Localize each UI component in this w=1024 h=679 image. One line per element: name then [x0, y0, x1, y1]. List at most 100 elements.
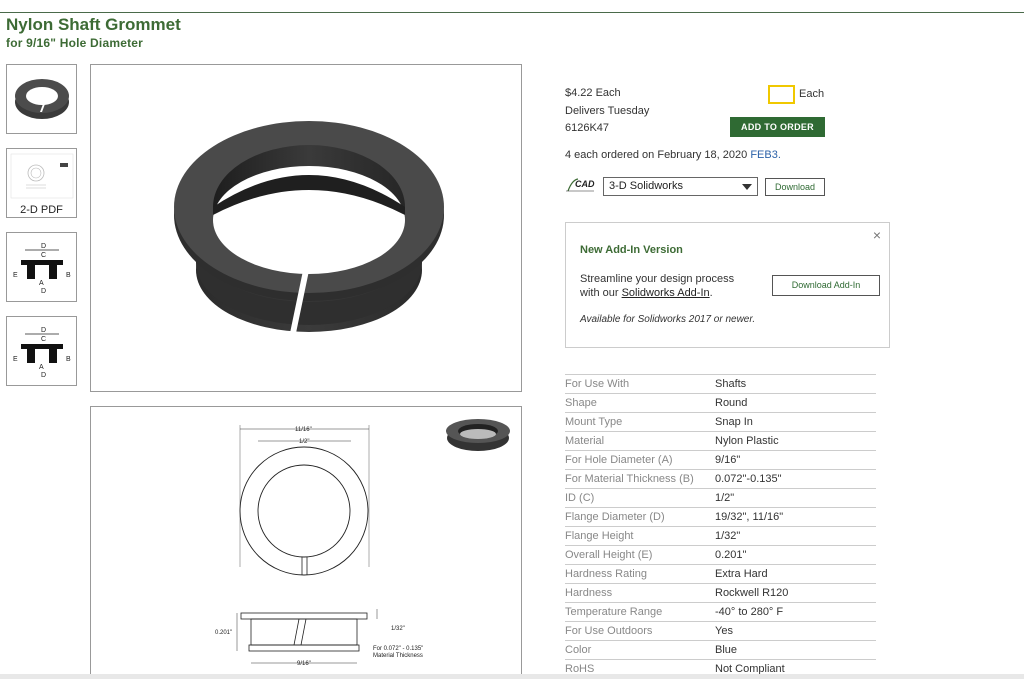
spec-row: Flange Diameter (D) 19/32", 11/16" [565, 508, 876, 527]
thumbnail-2d-pdf[interactable]: 2-D PDF [6, 148, 77, 218]
dimension-diagram-icon: D C A D E B [13, 327, 71, 379]
spec-row: ID (C) 1/2" [565, 489, 876, 508]
solidworks-addin-link[interactable]: Solidworks Add-In [622, 287, 710, 299]
spec-value: Snap In [715, 416, 753, 428]
spec-label: Flange Height [565, 530, 634, 542]
addin-text-line2: with our Solidworks Add-In. [580, 286, 760, 300]
spec-row: For Use Outdoors Yes [565, 622, 876, 641]
spec-label: Color [565, 644, 592, 656]
svg-text:A: A [39, 280, 44, 287]
addin-text-suffix: . [709, 287, 713, 299]
svg-text:B: B [66, 272, 71, 279]
download-addin-button[interactable]: Download Add-In [772, 275, 880, 296]
product-subtitle: for 9/16" Hole Diameter [6, 36, 144, 50]
spec-table: For Use With Shafts Shape Round Mount Type Sn… [565, 374, 876, 679]
quantity-unit-label: Each [799, 88, 825, 100]
addin-text-line1: Streamline your design process [580, 273, 735, 285]
dim-hole-label: 9/16" [297, 661, 311, 667]
spec-value: 0.201" [715, 549, 747, 561]
order-history-text: 4 each ordered on February 18, 2020 [565, 149, 748, 161]
spec-row: Shape Round [565, 394, 876, 413]
spec-value: 9/16" [715, 454, 741, 466]
svg-text:C: C [41, 252, 46, 259]
order-link[interactable]: FEB3. [750, 149, 781, 161]
spec-value: 19/32", 11/16" [715, 511, 784, 523]
spec-label: Hardness [565, 587, 613, 599]
spec-row: Overall Height (E) 0.201" [565, 546, 876, 565]
spec-label: Flange Diameter (D) [565, 511, 665, 523]
dimension-drawing: 11/16" 1/2" 0.201" 1/32" For 0.072" - 0.… [90, 406, 522, 679]
spec-row: Color Blue [565, 641, 876, 660]
price-each: $4.22 Each [565, 87, 621, 99]
grommet-3d-image [174, 121, 444, 333]
addin-title: New Add-In Version [580, 244, 683, 256]
svg-text:D: D [41, 243, 46, 250]
spec-label: For Material Thickness (B) [565, 473, 694, 485]
pdf-preview-icon [10, 153, 74, 199]
thumbnail-dimension-drawing-1[interactable]: D C A D E B [6, 232, 77, 302]
cad-logo-text: CAD [575, 179, 595, 189]
spec-label: For Use With [565, 378, 630, 390]
cad-download-button[interactable]: Download [765, 178, 825, 196]
spec-value: -40° to 280° F [715, 606, 784, 618]
cad-format-select[interactable]: 3-D Solidworks [603, 177, 758, 196]
thumbnail-grommet-photo[interactable] [6, 64, 77, 134]
spec-value: 1/2" [715, 492, 735, 504]
addin-text-prefix: with our [580, 287, 619, 299]
spec-label: Shape [565, 397, 597, 409]
spec-label: Material [565, 435, 605, 447]
svg-text:A: A [39, 364, 44, 371]
spec-row: Flange Height 1/32" [565, 527, 876, 546]
spec-value: Round [715, 397, 748, 409]
dimension-drawing-svg: 11/16" 1/2" 0.201" 1/32" For 0.072" - 0.… [215, 419, 510, 667]
svg-text:D: D [41, 327, 46, 334]
spec-row: Material Nylon Plastic [565, 432, 876, 451]
spec-label: Hardness Rating [565, 568, 647, 580]
dim-inner-label: 1/2" [299, 439, 309, 445]
thumbnail-label: 2-D PDF [20, 204, 63, 216]
spec-value: Yes [715, 625, 733, 637]
add-to-order-button[interactable]: ADD TO ORDER [730, 117, 825, 137]
grommet-thumb-icon [14, 79, 69, 119]
grommet-mini-icon [446, 419, 510, 451]
addin-note: Available for Solidworks 2017 or newer. [580, 314, 756, 325]
spec-row: For Hole Diameter (A) 9/16" [565, 451, 876, 470]
svg-text:B: B [66, 356, 71, 363]
spec-value: Rockwell R120 [715, 587, 789, 599]
spec-label: Overall Height (E) [565, 549, 653, 561]
addin-panel: × New Add-In Version Streamline your des… [565, 222, 890, 348]
spec-value: Extra Hard [715, 568, 768, 580]
main-product-image[interactable] [90, 64, 522, 392]
part-number: 6126K47 [565, 122, 610, 134]
dim-thickness-line2: Material Thickness [373, 653, 423, 659]
dim-thickness-line1: For 0.072" - 0.135" [373, 646, 423, 652]
spec-row: Temperature Range -40° to 280° F [565, 603, 876, 622]
spec-value: Shafts [715, 378, 747, 390]
svg-text:D: D [41, 372, 46, 379]
spec-label: For Use Outdoors [565, 625, 653, 637]
header-rule [0, 12, 1024, 13]
quantity-input[interactable] [768, 85, 795, 104]
purchase-info: $4.22 Each Delivers Tuesday 6126K47 [565, 85, 649, 138]
spec-label: For Hole Diameter (A) [565, 454, 673, 466]
spec-row: For Material Thickness (B) 0.072"-0.135" [565, 470, 876, 489]
svg-text:E: E [13, 356, 18, 363]
svg-text:C: C [41, 336, 46, 343]
dim-top-label: 11/16" [295, 427, 312, 433]
svg-text:D: D [41, 288, 46, 295]
chevron-down-icon [742, 184, 752, 190]
dim-height-label: 0.201" [215, 630, 232, 636]
spec-row: Hardness Rockwell R120 [565, 584, 876, 603]
dim-flange-label: 1/32" [391, 626, 405, 632]
addin-description: Streamline your design process with our … [580, 272, 760, 300]
product-title: Nylon Shaft Grommet [6, 15, 181, 34]
spec-label: Temperature Range [565, 606, 663, 618]
svg-text:E: E [13, 272, 18, 279]
thumbnail-dimension-drawing-2[interactable]: D C A D E B [6, 316, 77, 386]
horizontal-scrollbar[interactable] [0, 674, 1024, 679]
spec-row: Mount Type Snap In [565, 413, 876, 432]
close-icon[interactable]: × [873, 227, 881, 243]
spec-label: Mount Type [565, 416, 623, 428]
dimension-diagram-icon: D C A D E B [13, 243, 71, 295]
spec-value: Nylon Plastic [715, 435, 779, 447]
